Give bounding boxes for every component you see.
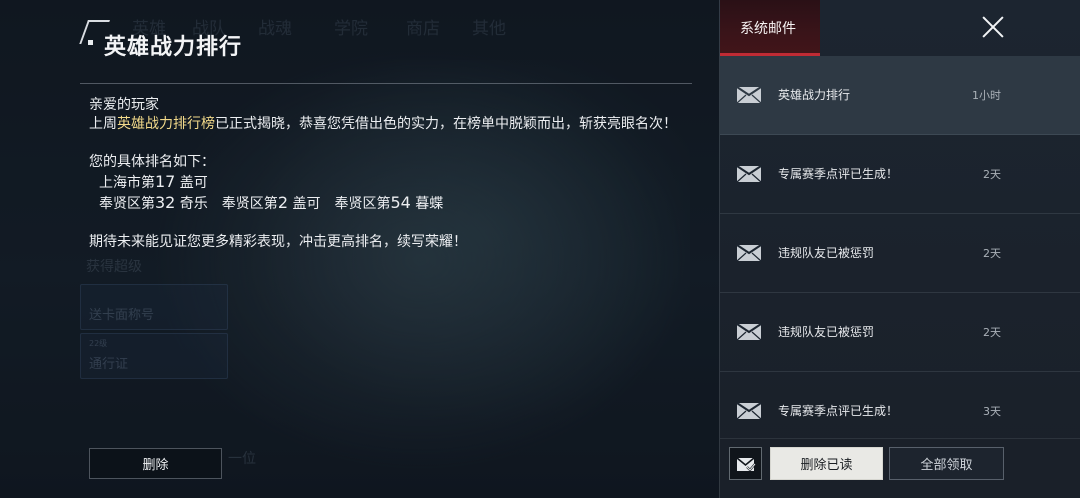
envelope-check-icon [735,456,756,472]
text-segment: 已正式揭晓，恭喜您凭借出色的实力，在榜单中脱颖而出，斩获亮眼名次！ [215,116,677,132]
claim-all-button[interactable]: 全部领取 [889,447,1004,480]
mail-greeting: 亲爱的玩家 [89,97,159,113]
mail-item-title: 专属赛季点评已生成！ [778,167,899,181]
mail-title-bar: 英雄战力排行 [79,20,692,84]
mail-detail: 英雄战力排行 亲爱的玩家 上周英雄战力排行榜已正式揭晓，恭喜您凭借出色的实力，在… [0,0,718,498]
text-segment: 上周 [89,116,117,132]
envelope-icon [736,165,762,183]
mail-item-title: 违规队友已被惩罚 [778,246,875,260]
text-segment: 盖可 [175,175,208,191]
rank-number: 32 [155,193,176,212]
text-segment: 上海市第 [99,175,155,191]
text-segment: 奇乐 奉贤区第 [175,196,278,212]
mail-paragraph-1: 上周英雄战力排行榜已正式揭晓，恭喜您凭借出色的实力，在榜单中脱颖而出，斩获亮眼名… [89,115,695,134]
envelope-icon [736,86,762,104]
tab-label: 系统邮件 [740,21,796,37]
text-segment: 盖可 奉贤区第 [288,196,391,212]
title-divider [80,83,692,84]
mail-item-title: 违规队友已被惩罚 [778,325,875,339]
delete-read-button[interactable]: 删除已读 [770,447,883,480]
delete-button[interactable]: 删除 [89,448,222,479]
ranking-intro: 您的具体排名如下： [89,154,215,170]
leaderboard-highlight: 英雄战力排行榜 [117,116,215,132]
mail-list-item[interactable]: 违规队友已被惩罚 2天 [720,214,1080,293]
mail-list-item[interactable]: 专属赛季点评已生成！ 2天 [720,135,1080,214]
mail-item-time: 1小时 [972,89,1001,102]
mail-body: 亲爱的玩家 上周英雄战力排行榜已正式揭晓，恭喜您凭借出色的实力，在榜单中脱颖而出… [89,96,695,252]
title-dot-decoration [88,40,93,45]
mail-list-item[interactable]: 英雄战力排行 1小时 [720,56,1080,135]
mark-read-button[interactable] [729,447,762,480]
close-icon[interactable] [978,12,1008,42]
mail-title: 英雄战力排行 [104,35,243,60]
envelope-icon [736,323,762,341]
envelope-icon [736,402,762,420]
ranking-row-1: 上海市第17 盖可 [89,172,695,193]
mail-item-title: 专属赛季点评已生成！ [778,404,899,418]
rank-number: 2 [277,193,288,212]
mail-item-time: 2天 [983,168,1001,181]
mail-item-time: 3天 [983,405,1001,418]
mail-closing: 期待未来能见证您更多精彩表现，冲击更高排名，续写荣耀！ [89,234,467,250]
envelope-icon [736,244,762,262]
rank-number: 54 [390,193,411,212]
mail-item-title: 英雄战力排行 [778,88,851,102]
rank-number: 17 [155,172,176,191]
mail-list-item[interactable]: 违规队友已被惩罚 2天 [720,293,1080,372]
mail-list: 英雄战力排行 1小时 专属赛季点评已生成！ 2天 违规队友已被惩罚 2天 违规队… [720,56,1080,451]
ranking-row-2: 奉贤区第32 奇乐 奉贤区第2 盖可 奉贤区第54 暮蝶 [89,193,695,214]
text-segment: 奉贤区第 [99,196,155,212]
mail-list-panel: 系统邮件 英雄战力排行 1小时 专属赛季点评已生成！ 2天 违规队友已被惩罚 2… [719,0,1080,498]
mail-item-time: 2天 [983,247,1001,260]
tab-system-mail[interactable]: 系统邮件 [720,0,820,56]
text-segment: 暮蝶 [410,196,444,212]
mail-item-time: 2天 [983,326,1001,339]
mail-actions-bar: 删除已读 全部领取 [720,438,1080,498]
